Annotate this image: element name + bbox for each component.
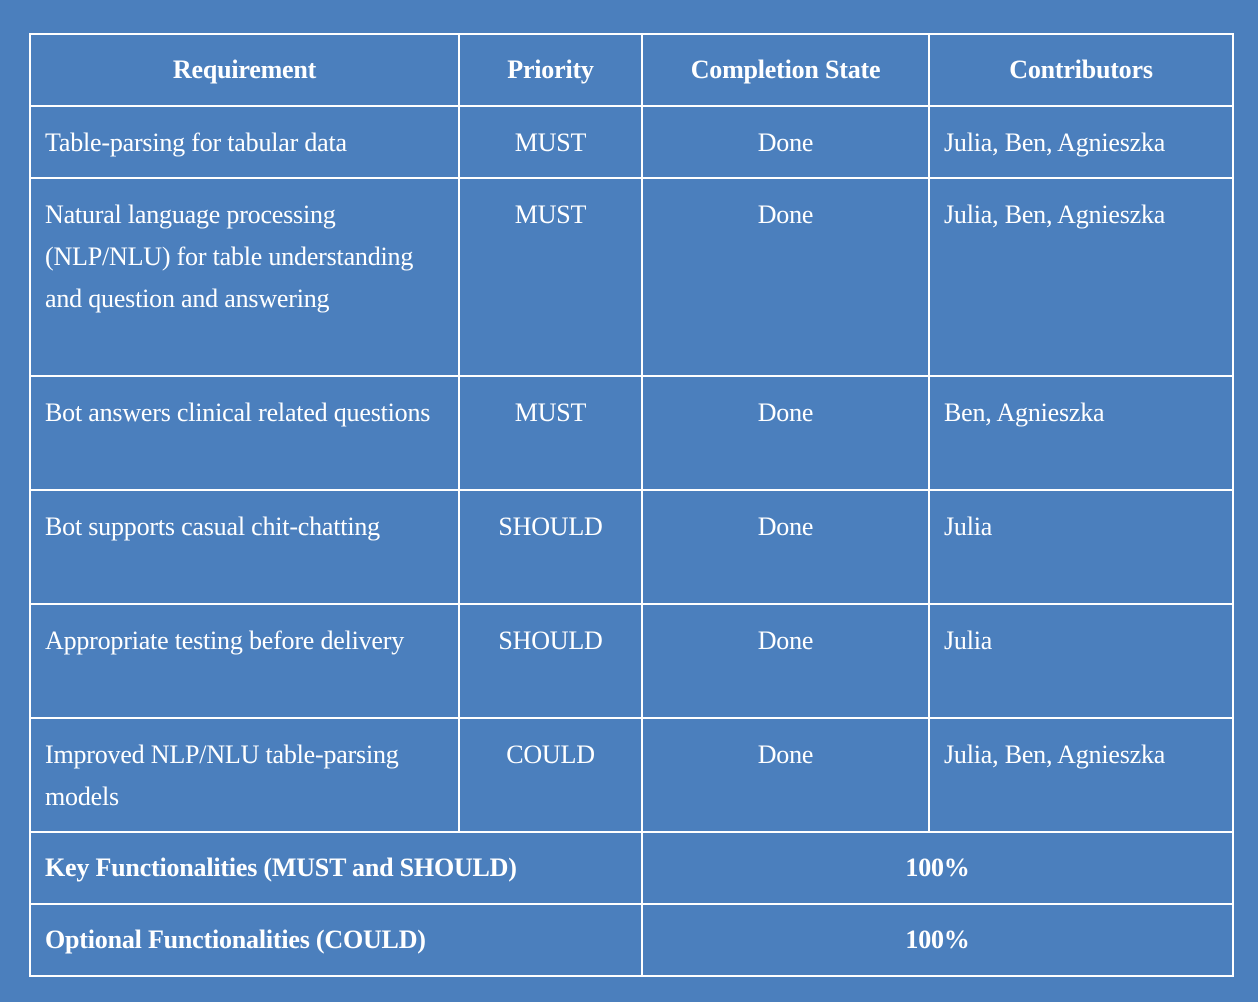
summary-label: Key Functionalities (MUST and SHOULD) — [29, 831, 643, 905]
completion-state-cell: Done — [641, 375, 930, 491]
table-header-row: Requirement Priority Completion State Co… — [29, 33, 1234, 107]
table-row: Bot supports casual chit-chatting SHOULD… — [29, 489, 1234, 605]
table-row: Natural language processing (NLP/NLU) fo… — [29, 177, 1234, 377]
header-contributors: Contributors — [928, 33, 1234, 107]
contributors-cell: Julia, Ben, Agnieszka — [928, 177, 1234, 377]
header-priority: Priority — [458, 33, 643, 107]
priority-cell: MUST — [458, 375, 643, 491]
contributors-cell: Julia, Ben, Agnieszka — [928, 105, 1234, 179]
requirement-cell: Table-parsing for tabular data — [29, 105, 460, 179]
completion-state-cell: Done — [641, 489, 930, 605]
completion-state-cell: Done — [641, 717, 930, 833]
requirements-table: Requirement Priority Completion State Co… — [29, 33, 1234, 977]
table-row: Appropriate testing before delivery SHOU… — [29, 603, 1234, 719]
requirement-cell: Bot supports casual chit-chatting — [29, 489, 460, 605]
header-completion-state: Completion State — [641, 33, 930, 107]
priority-cell: SHOULD — [458, 489, 643, 605]
priority-cell: COULD — [458, 717, 643, 833]
summary-value: 100% — [641, 831, 1234, 905]
summary-row-key-functionalities: Key Functionalities (MUST and SHOULD) 10… — [29, 831, 1234, 905]
completion-state-cell: Done — [641, 105, 930, 179]
table-row: Table-parsing for tabular data MUST Done… — [29, 105, 1234, 179]
summary-label: Optional Functionalities (COULD) — [29, 903, 643, 977]
table-row: Bot answers clinical related questions M… — [29, 375, 1234, 491]
requirement-cell: Appropriate testing before delivery — [29, 603, 460, 719]
priority-cell: MUST — [458, 177, 643, 377]
completion-state-cell: Done — [641, 177, 930, 377]
contributors-cell: Ben, Agnieszka — [928, 375, 1234, 491]
contributors-cell: Julia, Ben, Agnieszka — [928, 717, 1234, 833]
summary-value: 100% — [641, 903, 1234, 977]
requirement-cell: Natural language processing (NLP/NLU) fo… — [29, 177, 460, 377]
requirement-cell: Improved NLP/NLU table-parsing models — [29, 717, 460, 833]
completion-state-cell: Done — [641, 603, 930, 719]
requirement-cell: Bot answers clinical related questions — [29, 375, 460, 491]
header-requirement: Requirement — [29, 33, 460, 107]
contributors-cell: Julia — [928, 489, 1234, 605]
priority-cell: MUST — [458, 105, 643, 179]
table-row: Improved NLP/NLU table-parsing models CO… — [29, 717, 1234, 833]
summary-row-optional-functionalities: Optional Functionalities (COULD) 100% — [29, 903, 1234, 977]
contributors-cell: Julia — [928, 603, 1234, 719]
priority-cell: SHOULD — [458, 603, 643, 719]
